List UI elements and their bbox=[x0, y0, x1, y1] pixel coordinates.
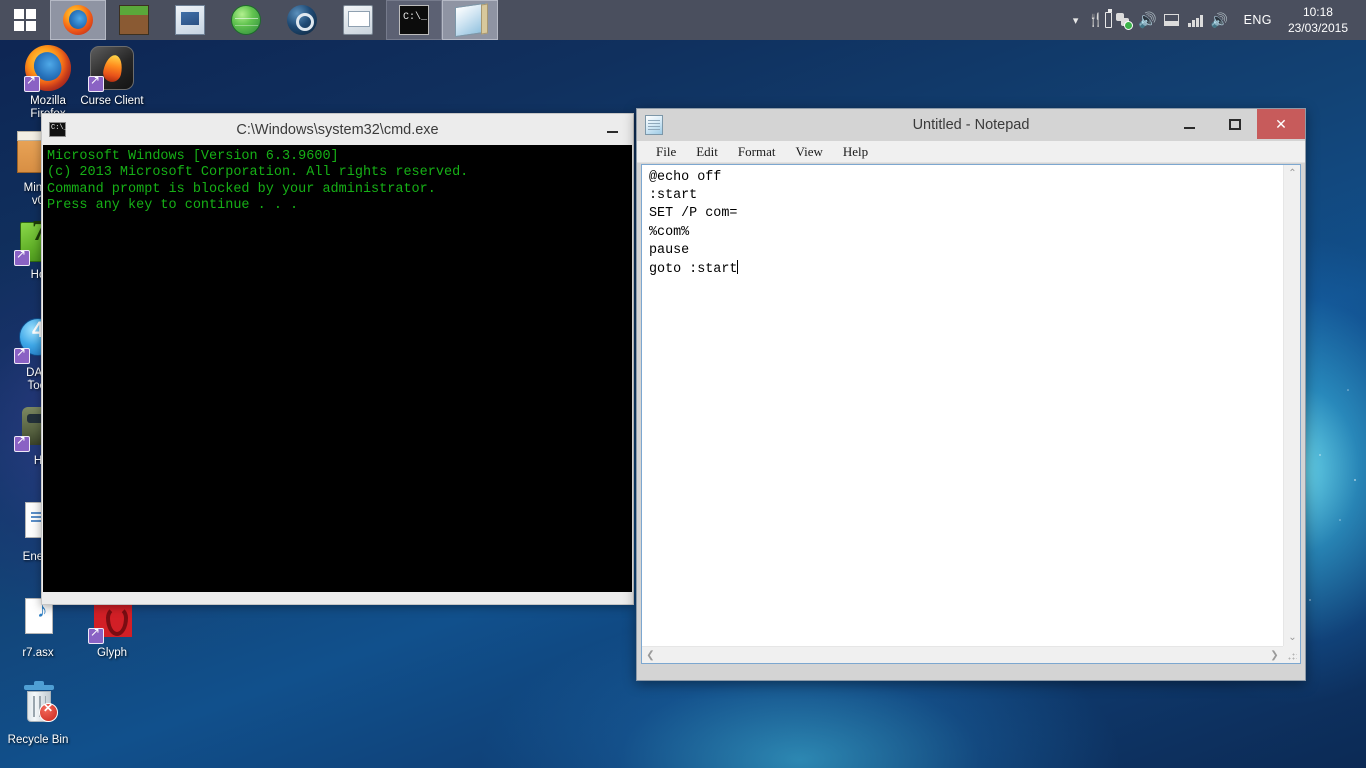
scroll-right-icon[interactable]: ❯ bbox=[1266, 647, 1283, 664]
language-indicator[interactable]: ENG bbox=[1232, 13, 1284, 27]
menu-item-view[interactable]: View bbox=[785, 142, 832, 162]
notepad-titlebar[interactable]: Untitled - Notepad ✕ bbox=[637, 109, 1305, 141]
error-badge-icon bbox=[39, 702, 58, 722]
taskbar-button-cmd[interactable] bbox=[386, 0, 442, 40]
clock-date: 23/03/2015 bbox=[1287, 21, 1348, 35]
menu-item-edit[interactable]: Edit bbox=[686, 142, 728, 162]
show-hidden-icons-button[interactable]: ▾ bbox=[1064, 0, 1088, 40]
clock-time: 10:18 bbox=[1302, 5, 1333, 19]
cmd-titlebar[interactable]: C:\Windows\system32\cmd.exe bbox=[42, 114, 633, 145]
menu-item-file[interactable]: File bbox=[646, 142, 686, 162]
application-icon bbox=[175, 5, 205, 35]
shortcut-arrow-icon bbox=[14, 248, 30, 266]
desktop-icon-curse-client[interactable]: Curse Client bbox=[74, 44, 150, 108]
notepad-window[interactable]: Untitled - Notepad ✕ File Edit Format Vi… bbox=[636, 108, 1306, 681]
desktop-icon-recycle-bin[interactable]: Recycle Bin bbox=[0, 681, 76, 747]
windows-logo-icon bbox=[14, 9, 36, 31]
notepad-icon bbox=[455, 2, 485, 38]
notepad-text-area[interactable]: @echo off :start SET /P com= %com% pause… bbox=[642, 165, 1283, 646]
cmd-console-output[interactable]: Microsoft Windows [Version 6.3.9600] (c)… bbox=[43, 145, 632, 592]
menu-item-format[interactable]: Format bbox=[728, 142, 786, 162]
minecraft-grass-icon bbox=[119, 5, 149, 35]
battery-icon[interactable]: 🍴 bbox=[1088, 0, 1113, 40]
volume-icon[interactable]: 🔊 bbox=[1208, 0, 1232, 40]
speaker-muted-icon[interactable]: 🔊 bbox=[1136, 0, 1160, 40]
taskbar-button-globe[interactable] bbox=[218, 0, 274, 40]
network-flag-icon[interactable] bbox=[1112, 0, 1136, 40]
recycle-bin-icon bbox=[14, 681, 62, 731]
desktop-icon-glyph-app[interactable]: Glyph bbox=[74, 596, 150, 660]
firefox-icon bbox=[24, 44, 72, 92]
taskbar-button-minecraft[interactable] bbox=[106, 0, 162, 40]
cmd-window-title: C:\Windows\system32\cmd.exe bbox=[236, 121, 439, 138]
steam-icon bbox=[287, 5, 317, 35]
notepad-vertical-scrollbar[interactable]: ⌃ ⌄ bbox=[1283, 165, 1300, 646]
clock[interactable]: 10:18 23/03/2015 bbox=[1284, 4, 1358, 36]
menu-item-help[interactable]: Help bbox=[833, 142, 878, 162]
desktop-icon-label: r7.asx bbox=[22, 647, 54, 659]
taskbar-button-notepad[interactable] bbox=[442, 0, 498, 40]
shortcut-arrow-icon bbox=[14, 434, 30, 452]
globe-icon bbox=[231, 5, 261, 35]
display-icon[interactable] bbox=[1160, 0, 1184, 40]
scroll-up-icon[interactable]: ⌃ bbox=[1284, 165, 1301, 182]
start-button[interactable] bbox=[0, 0, 50, 40]
notepad-horizontal-scrollbar[interactable]: ❮ ❯ bbox=[642, 646, 1283, 663]
cmd-minimize-button[interactable] bbox=[597, 120, 627, 139]
taskbar[interactable]: ▾ 🍴 🔊 🔊 ENG 10:18 23/03/2015 bbox=[0, 0, 1366, 40]
shortcut-arrow-icon bbox=[88, 74, 104, 92]
taskbar-button-firefox[interactable] bbox=[50, 0, 106, 40]
notepad-maximize-button[interactable] bbox=[1212, 109, 1257, 139]
desktop-icon-label: Curse Client bbox=[80, 95, 144, 107]
notepad-menubar: File Edit Format View Help bbox=[637, 141, 1305, 163]
cmd-icon bbox=[399, 5, 429, 35]
signal-bars-icon[interactable] bbox=[1184, 0, 1208, 40]
text-caret bbox=[737, 260, 739, 275]
notepad-resize-grip[interactable] bbox=[1283, 646, 1300, 663]
performance-monitor-icon bbox=[343, 5, 373, 35]
desktop-icon-label: Glyph bbox=[96, 647, 128, 659]
shortcut-arrow-icon bbox=[88, 626, 104, 644]
curse-client-icon bbox=[88, 44, 136, 92]
shortcut-arrow-icon bbox=[24, 74, 40, 92]
scroll-left-icon[interactable]: ❮ bbox=[642, 647, 659, 664]
firefox-icon bbox=[63, 5, 93, 35]
notepad-text-content: @echo off :start SET /P com= %com% pause… bbox=[649, 170, 738, 278]
cmd-window[interactable]: C:\Windows\system32\cmd.exe Microsoft Wi… bbox=[41, 113, 634, 605]
notepad-minimize-button[interactable] bbox=[1167, 109, 1212, 139]
scroll-down-icon[interactable]: ⌄ bbox=[1284, 629, 1301, 646]
desktop-icon-label: Recycle Bin bbox=[7, 734, 69, 746]
taskbar-button-perfmon[interactable] bbox=[330, 0, 386, 40]
shortcut-arrow-icon bbox=[14, 346, 30, 364]
system-tray[interactable]: ▾ 🍴 🔊 🔊 ENG 10:18 23/03/2015 bbox=[1064, 0, 1366, 40]
taskbar-button-steam[interactable] bbox=[274, 0, 330, 40]
desktop[interactable]: Mozilla Firefox Curse Client Mine- v0 Ho… bbox=[0, 0, 1366, 768]
taskbar-button-app-manager[interactable] bbox=[162, 0, 218, 40]
notepad-close-button[interactable]: ✕ bbox=[1257, 109, 1305, 139]
desktop-icon-r7-asx[interactable]: r7.asx bbox=[0, 596, 76, 660]
notepad-text-area-container[interactable]: @echo off :start SET /P com= %com% pause… bbox=[641, 164, 1301, 664]
